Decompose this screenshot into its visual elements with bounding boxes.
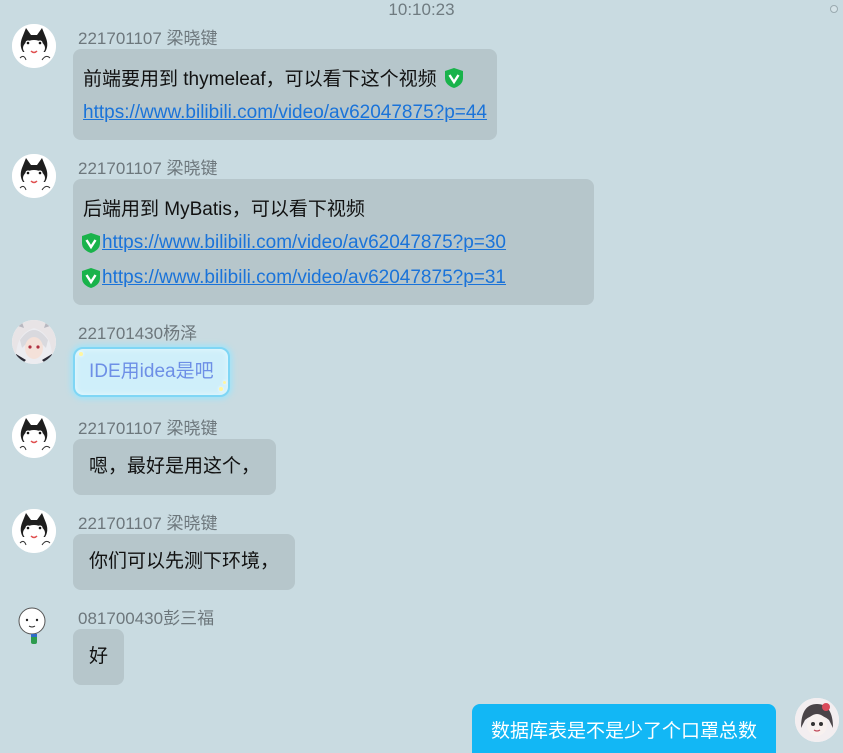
verified-shield-icon — [82, 267, 100, 288]
chat-window: 10:10:23 221701107 梁晓键 前端要用到 thymeleaf，可… — [0, 0, 843, 753]
message-text: 数据库表是不是少了个口罩总数 — [490, 721, 757, 742]
self-message-bubble[interactable]: 数据库表是不是少了个口罩总数 — [471, 704, 776, 753]
message-timestamp: 10:10:23 — [388, 0, 455, 19]
message-line: 前端要用到 thymeleaf，可以看下这个视频 — [83, 60, 487, 95]
message-text: 好 — [89, 646, 109, 667]
sketch-girl-avatar-icon — [795, 698, 839, 742]
avatar-doodle[interactable] — [12, 603, 56, 647]
verified-shield-icon — [82, 232, 100, 253]
avatar-cat[interactable] — [12, 509, 56, 553]
message-bubble[interactable]: IDE用idea是吧 — [73, 347, 230, 397]
sparkle-decoration — [218, 387, 223, 391]
cat-avatar-icon — [12, 24, 56, 68]
message-link[interactable]: https://www.bilibili.com/video/av6204787… — [102, 232, 506, 254]
message-bubble[interactable]: 后端用到 MyBatis，可以看下视频 https://www.bilibili… — [73, 179, 594, 305]
message-text: 嗯，最好是用这个， — [89, 456, 261, 477]
message-text: IDE用idea是吧 — [89, 361, 214, 382]
message-bubble[interactable]: 你们可以先测下环境， — [73, 534, 296, 590]
window-status-dot[interactable] — [830, 5, 838, 13]
sender-name: 221701107 梁晓键 — [78, 29, 218, 48]
message-bubble[interactable]: 好 — [73, 629, 125, 685]
message-link[interactable]: https://www.bilibili.com/video/av6204787… — [83, 102, 487, 124]
avatar-cat[interactable] — [12, 414, 56, 458]
avatar-cat[interactable] — [12, 154, 56, 198]
doodle-face-avatar-icon — [18, 607, 46, 644]
message-link[interactable]: https://www.bilibili.com/video/av6204787… — [102, 267, 506, 289]
cat-avatar-icon — [12, 154, 56, 198]
message-bubble[interactable]: 前端要用到 thymeleaf，可以看下这个视频 https://www.bil… — [73, 49, 498, 140]
sender-name: 221701107 梁晓键 — [78, 159, 218, 178]
anime-girl-avatar-icon — [12, 320, 56, 364]
message-line: https://www.bilibili.com/video/av6204787… — [80, 260, 584, 295]
sparkle-decoration — [79, 352, 83, 356]
avatar-anime[interactable] — [12, 320, 56, 364]
self-avatar[interactable] — [795, 698, 839, 742]
message-text: 前端要用到 thymeleaf，可以看下这个视频 — [83, 69, 437, 90]
cat-avatar-icon — [12, 509, 56, 553]
cat-avatar-icon — [12, 414, 56, 458]
message-line: https://www.bilibili.com/video/av6204787… — [80, 225, 584, 260]
message-line: 后端用到 MyBatis，可以看下视频 — [83, 190, 584, 225]
sender-name: 221701430杨泽 — [78, 324, 198, 343]
message-line: https://www.bilibili.com/video/av6204787… — [83, 95, 487, 130]
avatar-cat[interactable] — [12, 24, 56, 68]
message-text: 后端用到 MyBatis，可以看下视频 — [83, 199, 365, 220]
message-bubble[interactable]: 嗯，最好是用这个， — [73, 439, 277, 495]
sparkle-decoration — [222, 381, 226, 384]
message-text: 你们可以先测下环境， — [89, 551, 280, 572]
sender-name: 221701107 梁晓键 — [78, 419, 218, 438]
sender-name: 221701107 梁晓键 — [78, 514, 218, 533]
verified-shield-icon — [444, 67, 463, 88]
sender-name: 081700430彭三福 — [78, 609, 215, 628]
